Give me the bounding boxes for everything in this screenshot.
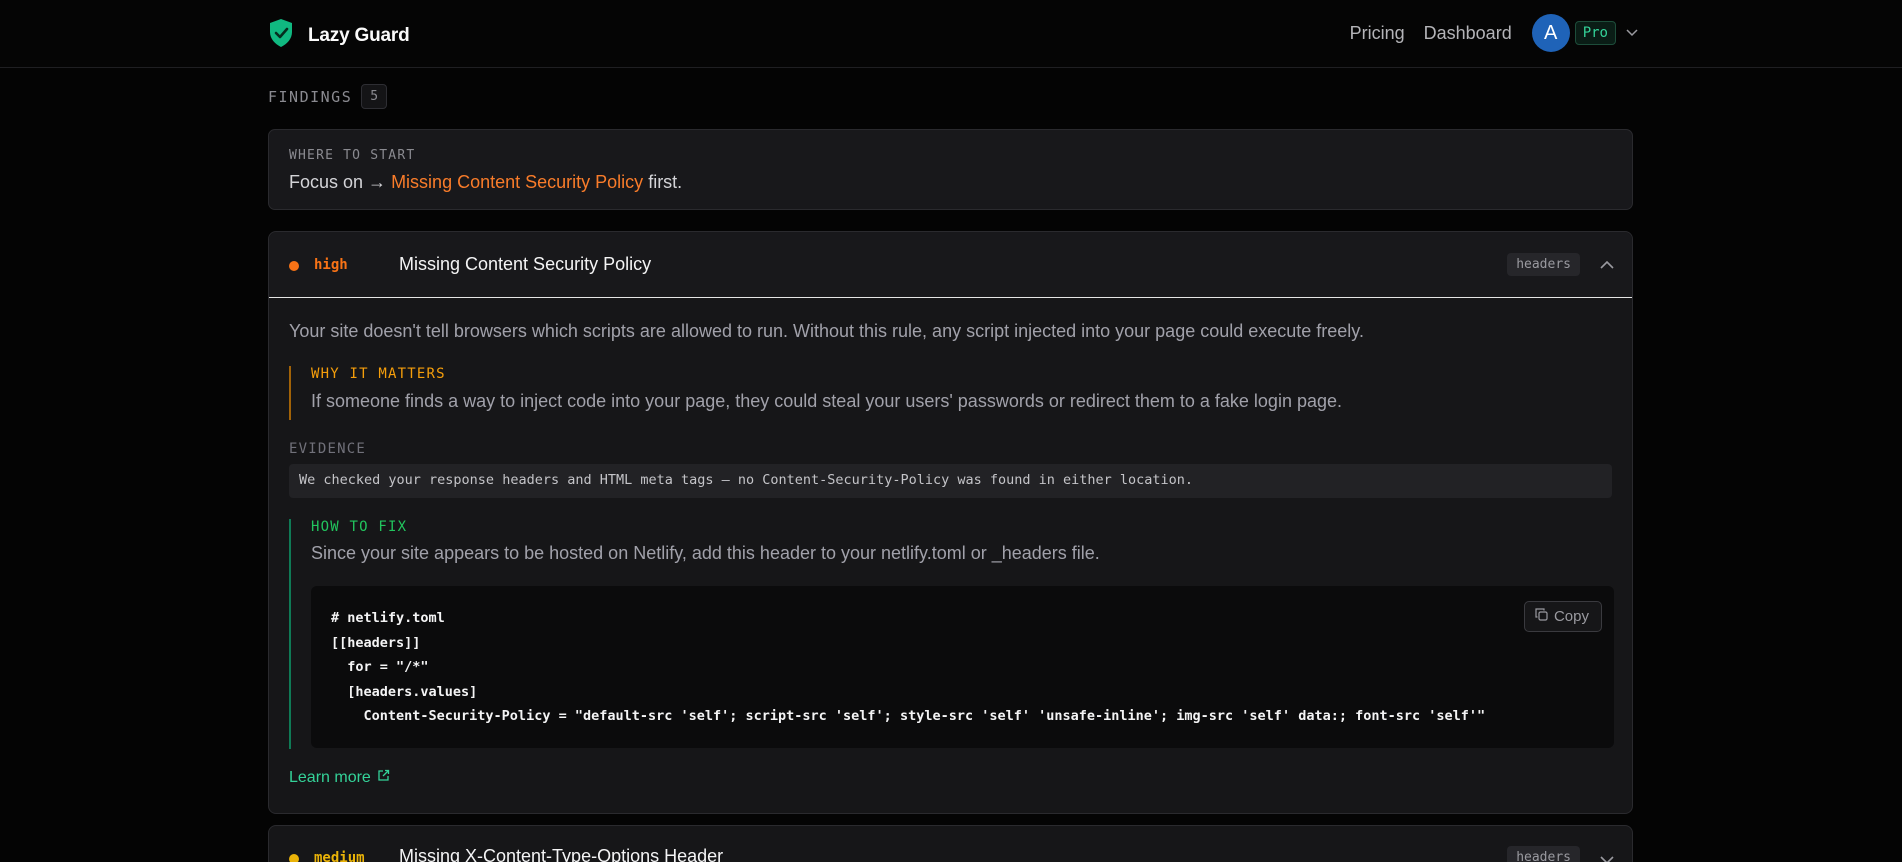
why-it-matters-label: WHY IT MATTERS bbox=[311, 366, 446, 382]
copy-label: Copy bbox=[1553, 608, 1589, 625]
start-finding-link[interactable]: Missing Content Security Policy bbox=[391, 172, 643, 192]
brand[interactable]: Lazy Guard bbox=[268, 18, 410, 53]
findings-count-badge: 5 bbox=[361, 84, 388, 109]
why-it-matters: WHY IT MATTERS If someone finds a way to… bbox=[289, 366, 1589, 420]
avatar[interactable]: A bbox=[1531, 14, 1570, 52]
finding-title: Missing X-Content-Type-Options Header bbox=[399, 846, 724, 862]
code-snippet[interactable]: # netlify.toml [[headers]] for = "/*" [h… bbox=[331, 606, 1485, 729]
how-to-fix-text: Since your site appears to be hosted on … bbox=[311, 543, 1100, 563]
top-nav: Lazy Guard Pricing Dashboard A Pro bbox=[0, 0, 1902, 68]
severity-dot bbox=[289, 854, 299, 862]
where-to-start-text: Focus on → Missing Content Security Poli… bbox=[289, 172, 682, 193]
finding-title: Missing Content Security Policy bbox=[399, 254, 652, 274]
severity-dot bbox=[289, 261, 299, 271]
severity-label: medium bbox=[314, 850, 365, 862]
how-to-fix: HOW TO FIX Since your site appears to be… bbox=[289, 519, 1614, 749]
chevron-down-icon[interactable] bbox=[1626, 29, 1638, 37]
shield-check-icon bbox=[268, 18, 294, 53]
category-tag: headers bbox=[1507, 846, 1580, 862]
start-suffix: first. bbox=[648, 172, 683, 192]
chevron-down-icon[interactable] bbox=[1600, 852, 1614, 862]
finding-card: high Missing Content Security Policy hea… bbox=[268, 231, 1633, 814]
plan-badge: Pro bbox=[1574, 21, 1616, 45]
code-block: # netlify.toml [[headers]] for = "/*" [h… bbox=[311, 586, 1614, 748]
copy-icon bbox=[1535, 608, 1548, 625]
start-prefix: Focus on → bbox=[289, 172, 387, 192]
why-it-matters-text: If someone finds a way to inject code in… bbox=[311, 391, 1343, 411]
brand-name: Lazy Guard bbox=[308, 24, 410, 46]
nav-link-dashboard[interactable]: Dashboard bbox=[1424, 23, 1512, 44]
learn-more-link[interactable]: Learn more bbox=[289, 769, 390, 787]
severity-label: high bbox=[314, 257, 348, 273]
learn-more-label: Learn more bbox=[289, 769, 371, 786]
where-to-start-card: WHERE TO START Focus on → Missing Conten… bbox=[268, 129, 1633, 210]
chevron-up-icon[interactable] bbox=[1600, 257, 1614, 275]
findings-label: FINDINGS bbox=[268, 87, 353, 106]
finding-card[interactable]: medium Missing X-Content-Type-Options He… bbox=[268, 825, 1633, 862]
where-to-start-label: WHERE TO START bbox=[289, 148, 416, 163]
external-link-icon bbox=[377, 769, 390, 787]
nav-actions: Pricing Dashboard A Pro bbox=[1350, 14, 1638, 52]
category-tag: headers bbox=[1507, 253, 1580, 276]
copy-button[interactable]: Copy bbox=[1523, 601, 1602, 632]
evidence-label: EVIDENCE bbox=[289, 441, 367, 457]
finding-description: Your site doesn't tell browsers which sc… bbox=[289, 321, 1364, 341]
finding-header[interactable]: high Missing Content Security Policy hea… bbox=[269, 232, 1632, 298]
how-to-fix-label: HOW TO FIX bbox=[311, 519, 408, 535]
evidence-box: We checked your response headers and HTM… bbox=[289, 464, 1612, 498]
findings-header: FINDINGS 5 bbox=[268, 84, 388, 109]
finding-header[interactable]: medium Missing X-Content-Type-Options He… bbox=[269, 826, 1632, 862]
nav-link-pricing[interactable]: Pricing bbox=[1350, 23, 1405, 44]
